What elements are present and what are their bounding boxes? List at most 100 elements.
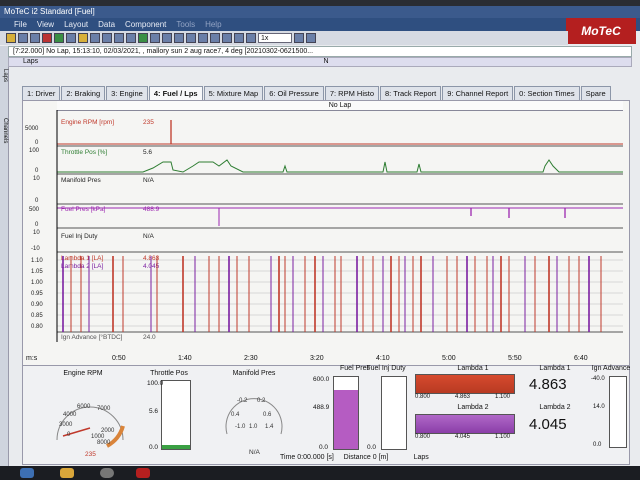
tab-spare[interactable]: Spare [580, 86, 611, 100]
menu-view[interactable]: View [37, 18, 54, 31]
throttle-min: 0.0 [149, 444, 159, 451]
time-plot[interactable]: No Lap 5000 0 100 0 10 0 500 0 10 -10 1.… [22, 100, 630, 370]
menu-data[interactable]: Data [98, 18, 115, 31]
tools-icon[interactable] [78, 33, 88, 43]
zoom-in-icon[interactable] [150, 33, 160, 43]
ign-channel-value: 24.0 [143, 334, 156, 341]
menu-component[interactable]: Component [125, 18, 166, 31]
tab-mixture-map[interactable]: 5: Mixture Map [203, 86, 264, 100]
ign-gauge-title: Ign Advance [591, 365, 631, 372]
arrow-right-icon[interactable] [186, 33, 196, 43]
clock-icon[interactable] [100, 468, 114, 478]
fuelpres-value: 488.9 [313, 404, 330, 411]
lambda1-bar-title: Lambda 1 [457, 365, 489, 372]
throttle-max: 100.0 [147, 380, 164, 387]
lambda-tick-label: 1.00 [31, 280, 43, 286]
inj-channel-value: N/A [143, 233, 155, 240]
manifold-tick: 0.2 [257, 398, 266, 404]
tab-channel-report[interactable]: 9: Channel Report [442, 86, 514, 100]
tab-section-times[interactable]: 0: Section Times [514, 86, 580, 100]
inj-ymax: 10 [33, 230, 40, 236]
tab-braking[interactable]: 2: Braking [61, 86, 106, 100]
lap-scrollbar[interactable]: Laps N [8, 57, 632, 67]
lambda2-channel-label: Lambda 2 [LA] [61, 263, 103, 270]
info-icon[interactable] [126, 33, 136, 43]
layout-icon[interactable] [66, 33, 76, 43]
lambda2-bar-min: 0.800 [415, 434, 431, 440]
rpm-ymin: 0 [35, 140, 39, 146]
time-tick: 5:00 [442, 355, 456, 362]
play-icon[interactable] [246, 33, 256, 43]
time-tick: 5:50 [508, 355, 522, 362]
inj-ymin: -10 [31, 246, 40, 252]
lambda-tick-label: 1.10 [31, 258, 43, 264]
time-tick: 3:20 [310, 355, 324, 362]
time-tick: 4:10 [376, 355, 390, 362]
ign-bar [609, 376, 627, 448]
distance-label: Distance [343, 454, 371, 461]
menu-file[interactable]: File [14, 18, 27, 31]
lambda-tick-label: 0.80 [31, 324, 43, 330]
start-icon[interactable] [20, 468, 34, 478]
manifold-tick: -0.2 [237, 398, 248, 404]
time-axis-unit: m:s [26, 355, 38, 362]
refresh-icon[interactable] [138, 33, 148, 43]
worksheet-tabs: 1: Driver 2: Braking 3: Engine 4: Fuel /… [22, 86, 612, 100]
fuelpres-bar [333, 376, 359, 450]
lap-marker[interactable]: N [319, 58, 333, 66]
delete-icon[interactable] [42, 33, 52, 43]
step-forward-icon[interactable] [306, 33, 316, 43]
tab-fuel[interactable]: 4: Fuel / Lps [148, 86, 203, 100]
lambda2-bar [415, 414, 515, 434]
lambda1-channel-label: Lambda 1 [LA] [61, 255, 103, 262]
tab-driver[interactable]: 1: Driver [22, 86, 61, 100]
save-icon[interactable] [18, 33, 28, 43]
menu-tools[interactable]: Tools [176, 18, 195, 31]
copy-icon[interactable] [102, 33, 112, 43]
tab-oil-pressure[interactable]: 6: Oil Pressure [264, 86, 324, 100]
paste-icon[interactable] [114, 33, 124, 43]
lambda1-readout: 4.863 [529, 376, 567, 393]
hand-icon[interactable] [210, 33, 220, 43]
taskbar [0, 466, 640, 480]
step-back-icon[interactable] [294, 33, 304, 43]
search-icon[interactable] [222, 33, 232, 43]
lambda1-bar [415, 374, 515, 394]
tps-ymin: 0 [35, 168, 39, 174]
print-icon[interactable] [30, 33, 40, 43]
rpm-tick: 3000 [59, 422, 73, 428]
plot-canvas[interactable]: 5000 0 100 0 10 0 500 0 10 -10 1.10 1.05 1… [23, 110, 629, 355]
map-channel-label: Manifold Pres [61, 177, 101, 184]
pin-icon[interactable] [198, 33, 208, 43]
camera-icon[interactable] [234, 33, 244, 43]
rpm-tick: 0 [67, 432, 71, 438]
lambda2-bar-title: Lambda 2 [457, 404, 489, 411]
zoom-out-icon[interactable] [162, 33, 172, 43]
inj-channel-label: Fuel Inj Duty [61, 233, 98, 240]
app-window: MoTeC i2 Standard [Fuel] File View Layou… [0, 6, 640, 466]
throttle-trace [57, 159, 623, 173]
explorer-icon[interactable] [60, 468, 74, 478]
menu-help[interactable]: Help [205, 18, 221, 31]
manifold-tick: 1.0 [249, 424, 258, 430]
menu-layout[interactable]: Layout [64, 18, 88, 31]
time-tick: 6:40 [574, 355, 588, 362]
chart-icon[interactable] [90, 33, 100, 43]
side-tab-channels[interactable]: Channels [0, 106, 8, 156]
grid-icon[interactable] [54, 33, 64, 43]
open-folder-icon[interactable] [6, 33, 16, 43]
tab-engine[interactable]: 3: Engine [106, 86, 148, 100]
tab-rpm-histo[interactable]: 7: RPM Histo [324, 86, 379, 100]
side-tab-laps[interactable]: Laps [0, 56, 8, 96]
fp-channel-label: Fuel Pres [kPa] [61, 206, 106, 213]
rpm-gauge-value: 235 [85, 451, 96, 456]
injduty-min: 0.0 [367, 444, 377, 451]
time-tick: 2:30 [244, 355, 258, 362]
zoom-select[interactable]: 1x [258, 33, 292, 43]
arrow-left-icon[interactable] [174, 33, 184, 43]
manifold-gauge: -0.2 0.2 0.4 0.6 -1.0 1.0 1.4 N/A [225, 398, 283, 456]
motec-task-icon[interactable] [136, 468, 150, 478]
rpm-tick: 4000 [63, 412, 77, 418]
tab-track-report[interactable]: 8: Track Report [380, 86, 442, 100]
rpm-ymax: 5000 [25, 126, 39, 132]
